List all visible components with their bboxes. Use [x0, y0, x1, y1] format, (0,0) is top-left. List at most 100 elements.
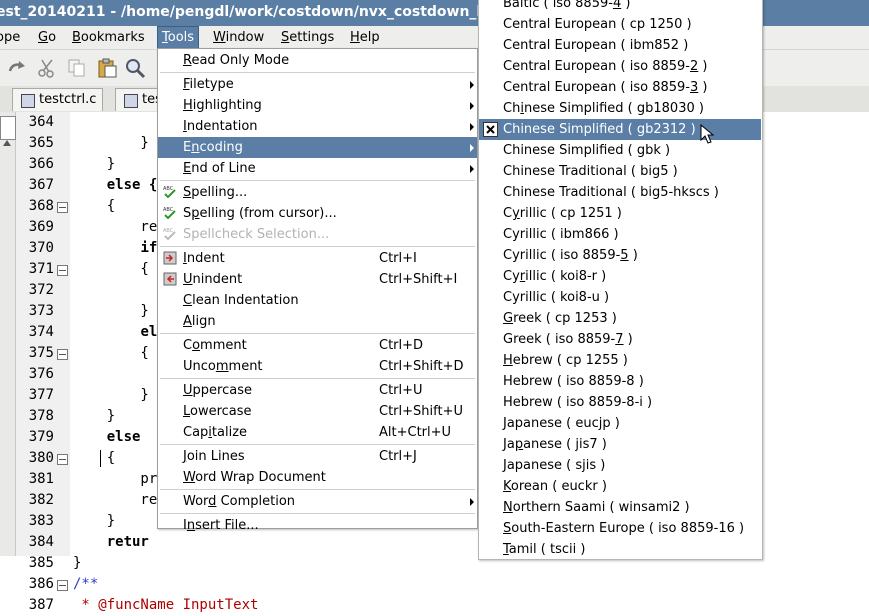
- encoding-item-label: Hebrew ( iso 8859-8 ): [503, 374, 644, 389]
- encoding-item-japanese-eucjp[interactable]: Japanese ( eucjp ): [479, 413, 761, 434]
- encoding-item-hebrew-cp-1255[interactable]: Hebrew ( cp 1255 ): [479, 350, 761, 371]
- redo-icon[interactable]: [6, 57, 28, 79]
- menu-item-indentation[interactable]: Indentation: [158, 116, 477, 137]
- menu-go[interactable]: Go: [34, 26, 60, 49]
- menu-item-label: Clean Indentation: [183, 293, 299, 308]
- fold-toggle[interactable]: [57, 454, 68, 465]
- encoding-item-greek-iso-8859-7[interactable]: Greek ( iso 8859-7 ): [479, 329, 761, 350]
- fold-toggle[interactable]: [57, 202, 68, 213]
- menu-settings[interactable]: Settings: [277, 26, 338, 49]
- mnemonic: d: [208, 494, 217, 509]
- encoding-item-chinese-traditional-big5[interactable]: Chinese Traditional ( big5 ): [479, 161, 761, 182]
- encoding-item-label: Chinese Traditional ( big5-hkscs ): [503, 185, 719, 200]
- menu-item-label: Filetype: [183, 77, 234, 92]
- encoding-item-cyrillic-cp-1251[interactable]: Cyrillic ( cp 1251 ): [479, 203, 761, 224]
- encoding-item-label: Greek ( cp 1253 ): [503, 311, 617, 326]
- code-line: }: [73, 133, 148, 154]
- menu-item-encoding[interactable]: Encoding: [158, 137, 477, 158]
- menu-item-word-wrap-document[interactable]: Word Wrap Document: [158, 467, 477, 488]
- menu-item-comment[interactable]: Comment Ctrl+D: [158, 335, 477, 356]
- encoding-item-central-european-iso-8859-3[interactable]: Central European ( iso 8859-3 ): [479, 77, 761, 98]
- encoding-item-cyrillic-ibm866[interactable]: Cyrillic ( ibm866 ): [479, 224, 761, 245]
- sidebar-input[interactable]: [0, 116, 16, 140]
- code-text: }: [73, 156, 116, 172]
- mnemonic: p: [514, 437, 524, 452]
- menu-item-spelling[interactable]: ABC Spelling...: [158, 182, 477, 203]
- code-line: pr: [73, 469, 157, 490]
- menu-item-uncomment[interactable]: Uncomment Ctrl+Shift+D: [158, 356, 477, 377]
- encoding-item-chinese-simplified-gb2312[interactable]: Chinese Simplified ( gb2312 ): [479, 119, 761, 140]
- scroll-up-arrow-icon[interactable]: [2, 138, 12, 148]
- encoding-item-central-european-iso-8859-2[interactable]: Central European ( iso 8859-2 ): [479, 56, 761, 77]
- menu-item-unindent[interactable]: Unindent Ctrl+Shift+I: [158, 269, 477, 290]
- menu-item-indent[interactable]: Indent Ctrl+I: [158, 248, 477, 269]
- encoding-item-hebrew-iso-8859-8-i[interactable]: Hebrew ( iso 8859-8-i ): [479, 392, 761, 413]
- cut-icon[interactable]: [36, 57, 58, 79]
- tab-testctrl-c[interactable]: testctrl.c: [12, 88, 104, 111]
- menu-item-end-of-line[interactable]: End of Line: [158, 158, 477, 179]
- line-number: 372: [28, 282, 54, 298]
- encoding-item-cyrillic-iso-8859-5[interactable]: Cyrillic ( iso 8859-5 ): [479, 245, 761, 266]
- encoding-item-greek-cp-1253[interactable]: Greek ( cp 1253 ): [479, 308, 761, 329]
- menu-item-spelling-from-cursor[interactable]: ABC Spelling (from cursor)...: [158, 203, 477, 224]
- menu-item-highlighting[interactable]: Highlighting: [158, 95, 477, 116]
- menu-item-join-lines[interactable]: Join Lines Ctrl+J: [158, 446, 477, 467]
- encoding-item-cyrillic-koi8-r[interactable]: Cyrillic ( koi8-r ): [479, 266, 761, 287]
- submenu-arrow-icon: [470, 102, 474, 110]
- line-number: 373: [28, 303, 54, 319]
- encoding-item-japanese-sjis[interactable]: Japanese ( sjis ): [479, 455, 761, 476]
- encoding-item-tamil-tscii[interactable]: Tamil ( tscii ): [479, 539, 761, 560]
- menu-item-label: Join Lines: [183, 449, 245, 464]
- line-number: 376: [28, 366, 54, 382]
- mnemonic: E: [183, 161, 192, 176]
- encoding-item-baltic-iso-8859-4[interactable]: Baltic ( iso 8859-4 ): [479, 0, 761, 14]
- menu-item-shortcut: Alt+Ctrl+U: [379, 425, 452, 440]
- paste-icon[interactable]: [96, 57, 118, 79]
- line-number: 377: [28, 387, 54, 403]
- menu-item-align[interactable]: Align: [158, 311, 477, 332]
- code-line: }: [73, 154, 115, 175]
- menu-window[interactable]: Window: [209, 26, 268, 49]
- encoding-item-south-eastern-europe-iso-8859-16[interactable]: South-Eastern Europe ( iso 8859-16 ): [479, 518, 761, 539]
- menu-item-shortcut: Ctrl+J: [379, 449, 417, 464]
- encoding-item-korean-euckr[interactable]: Korean ( euckr ): [479, 476, 761, 497]
- menu-bookmarks[interactable]: Bookmarks: [68, 26, 149, 49]
- fold-toggle[interactable]: [57, 349, 68, 360]
- menu-item-capitalize[interactable]: Capitalize Alt+Ctrl+U: [158, 422, 477, 443]
- find-icon[interactable]: [124, 57, 146, 79]
- menu-item-insert-file[interactable]: Insert File...: [158, 515, 477, 536]
- menu-scope[interactable]: ope: [0, 26, 24, 49]
- menu-item-word-completion[interactable]: Word Completion: [158, 491, 477, 512]
- mnemonic: n: [186, 518, 196, 533]
- encoding-item-hebrew-iso-8859-8[interactable]: Hebrew ( iso 8859-8 ): [479, 371, 761, 392]
- fold-toggle[interactable]: [57, 265, 68, 276]
- menu-item-uppercase[interactable]: Uppercase Ctrl+U: [158, 380, 477, 401]
- menu-item-read-only-mode[interactable]: Read Only Mode: [158, 50, 477, 71]
- code-line: }: [73, 385, 148, 406]
- copy-icon[interactable]: [66, 57, 88, 79]
- menu-item-shortcut: Ctrl+Shift+U: [379, 404, 463, 419]
- menu-item-clean-indentation[interactable]: Clean Indentation: [158, 290, 477, 311]
- line-number: 365: [28, 135, 54, 151]
- menu-item-label: Highlighting: [183, 98, 262, 113]
- encoding-item-label: Chinese Simplified ( gb2312 ): [503, 122, 696, 137]
- menu-item-label: Align: [183, 314, 216, 329]
- menu-item-label: Uncomment: [183, 359, 263, 374]
- encoding-item-chinese-simplified-gbk[interactable]: Chinese Simplified ( gbk ): [479, 140, 761, 161]
- encoding-item-japanese-jis7[interactable]: Japanese ( jis7 ): [479, 434, 761, 455]
- encoding-item-central-european-ibm852[interactable]: Central European ( ibm852 ): [479, 35, 761, 56]
- encoding-item-northern-saami-winsami2[interactable]: Northern Saami ( winsami2 ): [479, 497, 761, 518]
- menu-tools[interactable]: Tools: [157, 26, 200, 49]
- encoding-item-cyrillic-koi8-u[interactable]: Cyrillic ( koi8-u ): [479, 287, 761, 308]
- menu-help[interactable]: Help: [346, 26, 384, 49]
- encoding-item-chinese-simplified-gb18030[interactable]: Chinese Simplified ( gb18030 ): [479, 98, 761, 119]
- encoding-item-central-european-cp-1250[interactable]: Central European ( cp 1250 ): [479, 14, 761, 35]
- menu-item-label: Indentation: [183, 119, 258, 134]
- submenu-arrow-icon: [470, 144, 474, 152]
- menu-item-filetype[interactable]: Filetype: [158, 74, 477, 95]
- fold-toggle[interactable]: [57, 580, 68, 591]
- encoding-item-label: Korean ( euckr ): [503, 479, 607, 494]
- encoding-item-label: Cyrillic ( iso 8859-5 ): [503, 248, 638, 263]
- menu-item-lowercase[interactable]: Lowercase Ctrl+Shift+U: [158, 401, 477, 422]
- encoding-item-chinese-traditional-big5-hkscs[interactable]: Chinese Traditional ( big5-hkscs ): [479, 182, 761, 203]
